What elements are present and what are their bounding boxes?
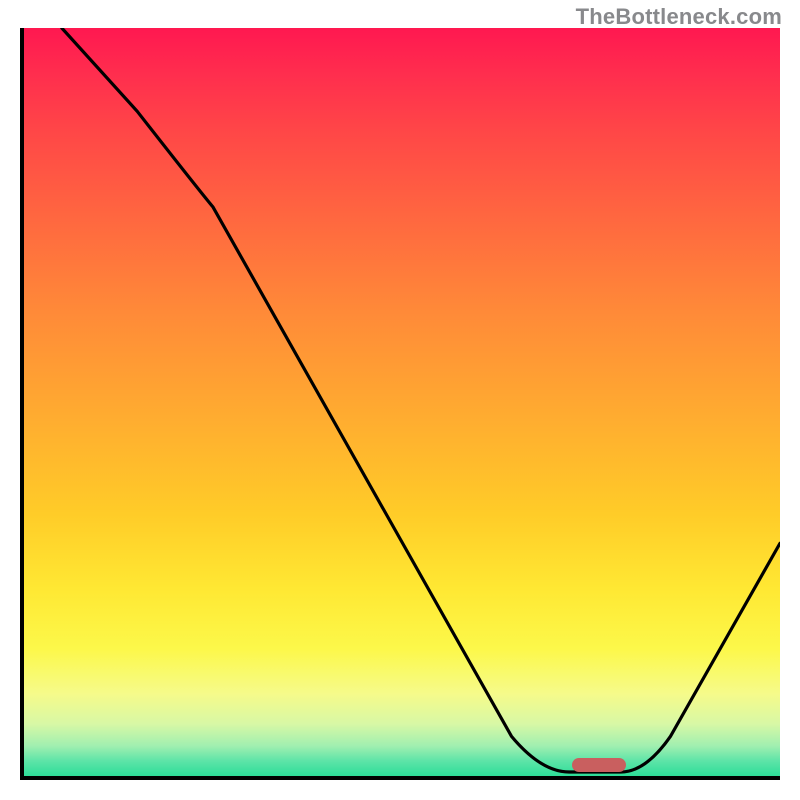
optimal-marker bbox=[572, 758, 626, 772]
bottleneck-chart: TheBottleneck.com bbox=[0, 0, 800, 800]
watermark-text: TheBottleneck.com bbox=[576, 4, 782, 30]
bottleneck-curve-path bbox=[62, 28, 780, 772]
curve-layer bbox=[24, 28, 780, 776]
plot-area bbox=[20, 28, 780, 780]
